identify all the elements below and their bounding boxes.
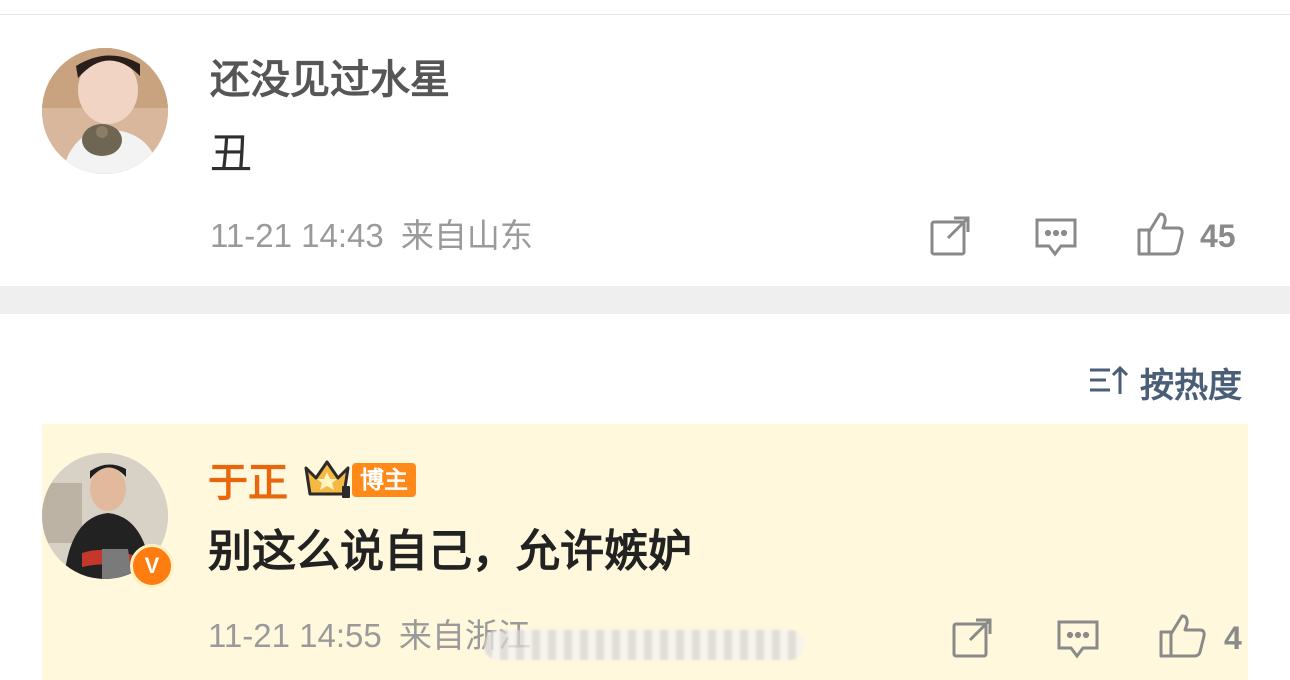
user-avatar[interactable] — [42, 48, 168, 174]
top-divider — [0, 14, 1290, 15]
post-timestamp: 11-21 14:43 — [210, 217, 384, 254]
post-meta: 11-21 14:43 来自山东 — [210, 216, 533, 256]
crown-icon — [302, 456, 352, 500]
blogger-badge: 博主 — [352, 463, 416, 497]
thumbs-up-icon[interactable] — [1158, 612, 1208, 660]
section-separator — [0, 286, 1290, 314]
comment-icon[interactable] — [1033, 214, 1079, 258]
sort-toggle[interactable]: 按热度 — [1088, 360, 1242, 406]
post-username[interactable]: 还没见过水星 — [210, 56, 450, 104]
verified-v-icon: V — [130, 544, 174, 588]
like-count: 4 — [1224, 620, 1242, 656]
comment-icon[interactable] — [1055, 616, 1101, 660]
thumbs-up-icon[interactable] — [1136, 210, 1186, 258]
like-count: 45 — [1200, 218, 1236, 254]
blurred-overlay — [484, 630, 804, 660]
post-content: 丑 — [210, 129, 253, 178]
comment-meta: 11-21 14:55 来自浙江 — [208, 616, 531, 656]
commenter-username[interactable]: 于正 — [208, 459, 288, 507]
share-icon[interactable] — [928, 214, 972, 258]
comment-content: 别这么说自己，允许嫉妒 — [208, 526, 692, 577]
share-icon[interactable] — [950, 616, 994, 660]
sort-label: 按热度 — [1140, 365, 1242, 406]
post-location: 来自山东 — [400, 217, 533, 254]
comment-timestamp: 11-21 14:55 — [208, 617, 382, 654]
sort-icon — [1088, 362, 1129, 402]
